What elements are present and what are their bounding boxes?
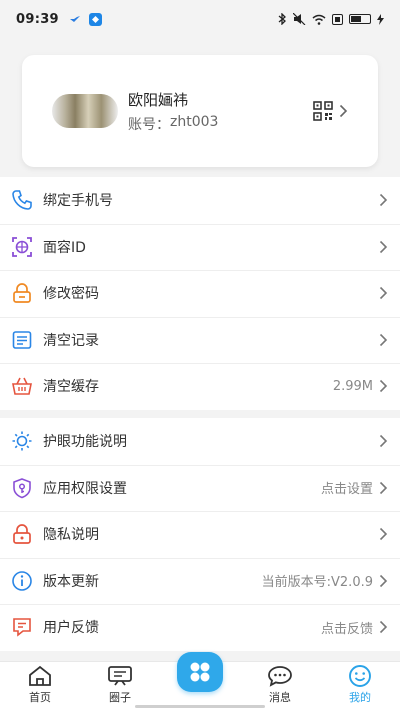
menu-item-change-password[interactable]: 修改密码 [0,270,400,317]
settings-group-account: 绑定手机号 面容ID 修改密码 清空记录 清空缓存 2.99M [0,177,400,410]
apps-icon [190,662,210,682]
wifi-icon [312,14,326,25]
profile-card[interactable]: 欧阳婳祎 账号： zht003 [22,55,378,167]
sim-icon [332,13,343,25]
menu-item-face-id[interactable]: 面容ID [0,223,400,271]
menu-value: 点击反馈 [320,621,373,637]
feedback-icon [10,615,34,639]
menu-value: 2.99M [332,378,373,394]
tab-circle[interactable]: 圈子 [80,662,160,711]
chevron-right-icon [379,194,388,207]
battery-icon [349,14,371,24]
menu-item-permissions[interactable]: 应用权限设置 点击设置 [0,464,400,512]
shield-key-icon [10,476,34,500]
tab-label: 首页 [29,691,51,704]
chevron-right-icon [379,528,388,541]
menu-label: 护眼功能说明 [43,434,127,451]
menu-label: 清空缓存 [43,379,99,396]
chevron-right-icon [379,287,388,300]
tab-label: 消息 [269,691,291,704]
face-id-icon [10,235,34,259]
notification-bird-icon [69,16,80,22]
menu-item-feedback[interactable]: 用户反馈 点击反馈 [0,604,400,651]
account-value: zht003 [170,113,219,130]
menu-label: 面容ID [43,239,86,256]
settings-group-app: 护眼功能说明 应用权限设置 点击设置 隐私说明 版本更新 当前版本号:V2.0.… [0,418,400,651]
chevron-right-icon [339,104,348,118]
menu-label: 用户反馈 [43,620,99,637]
tab-mine[interactable]: 我的 [320,662,400,711]
chat-icon [267,664,293,688]
smile-icon [348,664,372,688]
sun-icon [10,429,34,453]
notification-app-icon [88,12,102,26]
menu-label: 版本更新 [43,573,99,590]
mute-icon [293,13,306,25]
menu-label: 隐私说明 [43,527,99,544]
qr-code-icon [313,101,333,121]
tab-home[interactable]: 首页 [0,662,80,711]
qr-code-button[interactable] [313,101,348,121]
chevron-right-icon [379,333,388,346]
menu-item-eye-care[interactable]: 护眼功能说明 [0,418,400,465]
board-icon [107,664,133,688]
phone-icon [10,188,34,212]
menu-label: 修改密码 [43,286,99,303]
menu-item-clear-records[interactable]: 清空记录 [0,316,400,364]
document-icon [10,328,34,352]
profile-text: 欧阳婳祎 账号： zht003 [128,89,218,134]
tab-label: 圈子 [109,691,131,704]
chevron-right-icon [379,380,388,393]
avatar[interactable] [52,94,118,128]
status-bar: 09:39 [0,0,400,38]
menu-label: 清空记录 [43,332,99,349]
status-right [278,13,384,25]
chevron-right-icon [379,435,388,448]
tab-label: 我的 [349,691,371,704]
chevron-right-icon [379,481,388,494]
chevron-right-icon [379,574,388,587]
chevron-right-icon [379,621,388,634]
chevron-right-icon [379,240,388,253]
notification-icons [69,12,102,26]
menu-value: 当前版本号:V2.0.9 [261,575,373,591]
charging-icon [377,13,384,25]
menu-item-clear-cache[interactable]: 清空缓存 2.99M [0,363,400,410]
info-icon [10,569,34,593]
center-action-button[interactable] [177,652,223,692]
menu-value: 点击设置 [320,482,373,498]
menu-label: 应用权限设置 [43,480,127,497]
status-time: 09:39 [16,11,59,27]
menu-item-privacy[interactable]: 隐私说明 [0,511,400,558]
bluetooth-icon [278,13,286,25]
menu-item-bind-phone[interactable]: 绑定手机号 [0,177,400,224]
home-indicator [135,705,265,708]
menu-item-version-update[interactable]: 版本更新 当前版本号:V2.0.9 [0,557,400,605]
basket-icon [10,374,34,398]
profile-account: 账号： zht003 [128,114,218,134]
tab-center[interactable] [160,652,240,711]
padlock-icon [10,522,34,546]
profile-name: 欧阳婳祎 [128,90,189,109]
account-label: 账号： [128,116,170,133]
bottom-tab-bar: 首页 圈子 消息 我的 [0,652,400,711]
tab-messages[interactable]: 消息 [240,662,320,711]
menu-label: 绑定手机号 [43,193,113,210]
lock-icon [10,281,34,305]
home-icon [28,664,52,688]
